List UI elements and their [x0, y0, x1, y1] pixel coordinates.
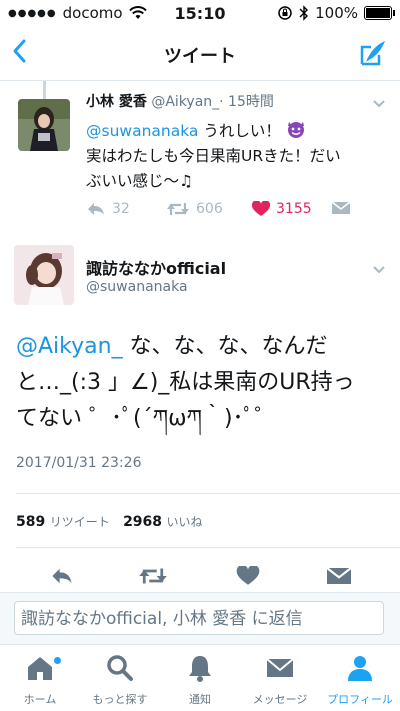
tweet-timestamp: 2017/01/31 23:26	[16, 455, 142, 471]
author-name[interactable]: 小林 愛香	[86, 94, 147, 110]
home-icon	[28, 657, 52, 680]
tweet-age: · 15時間	[219, 94, 274, 110]
focused-tweet-actions	[0, 560, 400, 592]
reply-bar: 諏訪ななかofficial, 小林 愛香 に返信	[0, 592, 400, 645]
divider	[16, 547, 400, 548]
tab-bar: ホーム もっと探す 通知 メッセージ プロフィール	[0, 644, 400, 711]
tab-profile[interactable]: プロフィール	[320, 645, 400, 711]
parent-tweet-header: 小林 愛香 @Aikyan_· 15時間	[86, 91, 274, 111]
bluetooth-icon	[299, 5, 309, 21]
author-handle: @Aikyan_	[151, 94, 220, 110]
tweet-text: うれしい！	[198, 122, 281, 140]
nav-bar: ツイート	[0, 28, 400, 81]
battery-percent: 100%	[315, 4, 358, 22]
tweet-text-line: てない ゜･ﾟ(´ཀωཀ｀)･ﾟ゜	[16, 406, 277, 431]
tweet-text-line: と…_(:3 」∠)_私は果南のUR持っ	[16, 370, 355, 395]
like-count: 3155	[276, 201, 312, 217]
chevron-down-icon[interactable]	[372, 263, 386, 277]
status-bar: ●●●●● docomo 15:10 100%	[0, 0, 400, 28]
heart-icon	[252, 201, 270, 216]
avatar[interactable]	[18, 99, 70, 151]
person-icon	[348, 656, 372, 681]
tab-home[interactable]: ホーム	[0, 645, 80, 711]
rotation-lock-icon	[278, 6, 292, 20]
page-title: ツイート	[164, 46, 236, 67]
mention-link[interactable]: @Aikyan_	[16, 334, 123, 359]
envelope-icon	[332, 201, 350, 214]
reply-input[interactable]: 諏訪ななかofficial, 小林 愛香 に返信	[14, 601, 384, 635]
retweet-icon[interactable]	[138, 566, 168, 586]
like-total-label: いいね	[166, 515, 203, 529]
reply-icon[interactable]	[50, 566, 74, 586]
search-icon	[107, 655, 133, 681]
mention-link[interactable]: @suwananaka	[86, 122, 198, 140]
battery-icon	[364, 6, 395, 20]
retweet-button[interactable]: 606	[166, 201, 223, 217]
like-total[interactable]: 2968	[123, 514, 162, 530]
parent-tweet[interactable]: 小林 愛香 @Aikyan_· 15時間 @suwananaka うれしい！ 実…	[0, 81, 400, 237]
envelope-icon[interactable]	[327, 566, 351, 586]
divider	[16, 493, 400, 494]
retweet-icon	[167, 203, 189, 215]
tab-label: プロフィール	[327, 693, 393, 706]
like-button[interactable]: 3155	[252, 201, 312, 217]
devil-emoji-icon	[287, 122, 304, 138]
tab-messages[interactable]: メッセージ	[240, 645, 320, 711]
heart-icon[interactable]	[236, 566, 260, 586]
status-right: 100%	[277, 4, 395, 22]
compose-tweet-icon[interactable]	[358, 38, 388, 68]
tweet-text: 実はわたしも今日果南URきた！だい	[86, 147, 341, 165]
reply-icon	[88, 203, 104, 215]
tab-label: メッセージ	[252, 693, 308, 706]
bell-icon	[189, 656, 211, 682]
parent-tweet-text: @suwananaka うれしい！ 実はわたしも今日果南URきた！だい ぶいい感…	[86, 119, 386, 194]
tab-notifications[interactable]: 通知	[160, 645, 240, 711]
envelope-icon	[266, 658, 294, 677]
tweet-text: @Aikyan_ な、な、な、なんだ と…_(:3 」∠)_私は果南のUR持っ …	[16, 329, 388, 437]
author-handle: @suwananaka	[86, 279, 188, 295]
retweet-total[interactable]: 589	[16, 514, 45, 530]
retweet-count: 606	[196, 201, 223, 217]
tab-label: もっと探す	[92, 693, 148, 706]
author-name[interactable]: 諏訪ななかofficial	[86, 255, 226, 279]
retweet-total-label: リツイート	[49, 515, 110, 529]
direct-message-button[interactable]	[332, 201, 350, 215]
tweet-text-line: な、な、な、なんだ	[122, 334, 328, 359]
reply-button[interactable]: 32	[86, 201, 130, 217]
parent-tweet-actions: 32 606 3155	[86, 199, 386, 223]
thread-connector	[43, 81, 46, 99]
avatar[interactable]	[14, 245, 74, 305]
reply-count: 32	[112, 201, 130, 217]
tweet-text: ぶいい感じ〜♫	[86, 172, 193, 190]
tab-explore[interactable]: もっと探す	[80, 645, 160, 711]
engagement-counts: 589 リツイート 2968 いいね	[16, 513, 203, 530]
tab-label: 通知	[189, 693, 211, 706]
tab-label: ホーム	[23, 693, 57, 706]
chevron-down-icon[interactable]	[372, 97, 386, 111]
unread-dot	[54, 657, 61, 664]
